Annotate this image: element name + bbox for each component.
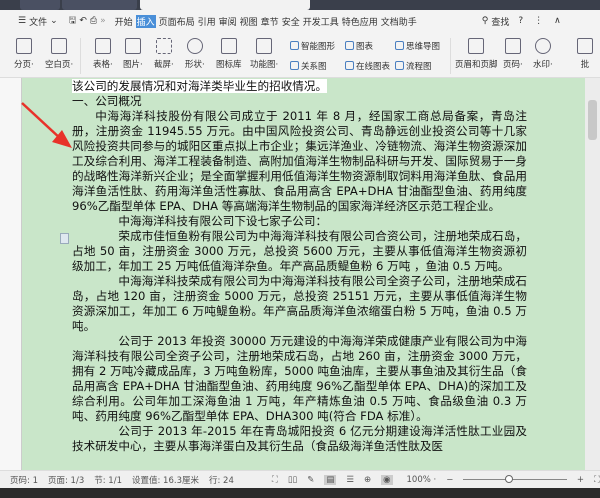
fullscreen-icon[interactable]: ⛶ — [272, 475, 278, 485]
zoom-in-button[interactable]: + — [577, 475, 584, 485]
zoom-slider-handle[interactable] — [505, 475, 514, 483]
status-section: 节: 1/1 — [94, 475, 122, 486]
flowchart-icon — [395, 61, 404, 70]
document-area: 该公司的发展情况和对海洋类毕业生的招收情况。 一、公司概况 中海海洋科技股份有限… — [22, 78, 585, 470]
annotation-icon — [577, 38, 593, 54]
outline-icon[interactable]: ☰ — [346, 475, 354, 485]
annotation-button[interactable]: 批 — [577, 38, 593, 70]
chart-button[interactable]: 图表 — [345, 40, 373, 52]
status-bar: 页码: 1 页面: 1/3 节: 1/1 设置值: 16.3厘米 行: 24 ⛶… — [0, 470, 600, 488]
menu-start[interactable]: 开始 — [115, 15, 133, 28]
zoom-out-button[interactable]: − — [446, 475, 453, 485]
barcode-icon — [256, 38, 273, 54]
table-button[interactable]: 表格· — [93, 38, 113, 70]
menu-reference[interactable]: 引用 — [198, 15, 216, 28]
menu-review[interactable]: 审阅 — [219, 15, 237, 28]
page-number-icon — [504, 38, 521, 54]
eye-protection-icon[interactable]: ◉ — [381, 474, 393, 485]
flowchart-button[interactable]: 流程图 — [395, 60, 432, 72]
menu-bar: ☰ 文件 ⌄ 🖫 ↶ ⎙ » 开始 插入 页面布局 引用 审阅 视图 章节 安全… — [0, 10, 600, 32]
zoom-level[interactable]: 100% · — [407, 475, 437, 485]
paragraph: 公司于 2013 年-2015 年在青岛城阳投资 6 亿元分期建设海洋活性肽工业… — [72, 424, 527, 453]
chevron-down-icon[interactable]: ⌄ — [50, 16, 58, 26]
page-view-icon[interactable]: ▤ — [324, 474, 337, 485]
divider — [450, 38, 451, 74]
page-number-button[interactable]: 页码· — [503, 38, 523, 70]
highlighted-text: 该公司的发展情况和对海洋类毕业生的招收情况。 — [72, 79, 328, 93]
menu-insert[interactable]: 插入 — [135, 14, 156, 28]
status-page: 页码: 1 — [10, 475, 38, 486]
status-pages: 页面: 1/3 — [47, 475, 85, 486]
left-panel — [0, 78, 22, 470]
hamburger-icon[interactable]: ☰ — [18, 16, 26, 26]
tab-doc-active[interactable] — [140, 0, 310, 10]
page-break-button[interactable]: 分页· — [14, 38, 34, 70]
smart-graphic-button[interactable]: 智能图形 — [290, 40, 335, 52]
scrollbar-thumb[interactable] — [588, 100, 597, 140]
picture-icon — [124, 38, 141, 54]
menu-security[interactable]: 安全 — [282, 15, 300, 28]
mindmap-button[interactable]: 思维导图 — [395, 40, 440, 52]
zoom-slider[interactable] — [463, 475, 567, 483]
online-chart-button[interactable]: 在线图表 — [345, 60, 390, 72]
more-options-icon[interactable]: ⋮ — [534, 16, 543, 26]
help-button[interactable]: ? — [518, 16, 523, 26]
icon-library-icon — [220, 38, 237, 54]
tab-wps[interactable] — [20, 0, 60, 10]
paragraph: 中海海洋科技荣成有限公司为中海海洋科技有限公司全资子公司，注册地荣成石岛，占地 … — [72, 274, 527, 333]
watermark-icon — [534, 38, 551, 54]
window-tab-bar — [0, 0, 600, 10]
mindmap-icon — [395, 41, 404, 50]
watermark-button[interactable]: 水印· — [533, 38, 553, 70]
relation-icon — [290, 61, 299, 70]
paragraph: 中海海洋科技有限公司下设七家子公司： — [118, 214, 328, 228]
undo-icon[interactable]: ↶ — [79, 16, 87, 26]
ribbon-insert: 分页· 空白页· 表格· 图片· 截屏· 形状· 图标库 功能图· 智能图形 图… — [0, 32, 600, 78]
menu-features[interactable]: 特色应用 — [342, 15, 378, 28]
chart-icon — [345, 41, 354, 50]
picture-button[interactable]: 图片· — [123, 38, 143, 70]
header-footer-icon — [468, 38, 485, 54]
read-mode-icon[interactable]: ▯▯ — [288, 475, 297, 485]
relation-chart-button[interactable]: 关系图 — [290, 60, 327, 72]
document-page: 该公司的发展情况和对海洋类毕业生的招收情况。 一、公司概况 中海海洋科技股份有限… — [72, 79, 527, 454]
paragraph: 荣成市佳恒鱼粉有限公司为中海海洋科技有限公司合资公司，注册地荣成石岛，占地 50… — [72, 229, 527, 273]
menu-devtools[interactable]: 开发工具 — [303, 15, 339, 28]
status-setting: 设置值: 16.3厘米 — [131, 475, 199, 486]
more-icon[interactable]: » — [100, 16, 106, 26]
divider — [80, 38, 81, 74]
paragraph: 公司于 2013 年投资 30000 万元建设的中海海洋荣成健康产业有限公司为中… — [72, 334, 527, 423]
heading: 一、公司概况 — [72, 94, 142, 108]
menu-file[interactable]: 文件 — [29, 15, 47, 28]
header-footer-button[interactable]: 页眉和页脚 — [455, 38, 498, 70]
search-button[interactable]: 查找 — [491, 15, 509, 28]
table-icon — [94, 38, 111, 54]
web-view-icon[interactable]: ⊕ — [364, 475, 371, 485]
print-icon[interactable]: ⎙ — [90, 16, 97, 26]
edit-icon[interactable]: ✎ — [307, 475, 314, 485]
search-icon[interactable]: ⚲ — [482, 16, 489, 26]
shape-icon — [186, 38, 203, 54]
menu-view[interactable]: 视图 — [240, 15, 258, 28]
save-icon[interactable]: 🖫 — [69, 13, 77, 29]
screenshot-icon — [155, 38, 172, 54]
page-layout-icon[interactable] — [60, 233, 69, 244]
collapse-ribbon-icon[interactable]: ∧ — [554, 16, 561, 26]
screenshot-button[interactable]: 截屏· — [154, 38, 174, 70]
smart-graphic-icon — [290, 41, 299, 50]
page-break-icon — [15, 38, 32, 54]
menu-layout[interactable]: 页面布局 — [159, 15, 195, 28]
fit-window-icon[interactable]: ⛶ — [594, 475, 600, 485]
icon-library-button[interactable]: 图标库 — [216, 38, 242, 70]
blank-page-button[interactable]: 空白页· — [45, 38, 73, 70]
shape-button[interactable]: 形状· — [185, 38, 205, 70]
function-chart-button[interactable]: 功能图· — [250, 38, 278, 70]
status-line: 行: 24 — [208, 475, 234, 486]
tab-doc-1[interactable] — [62, 0, 137, 10]
blank-page-icon — [51, 38, 68, 54]
online-chart-icon — [345, 61, 354, 70]
paragraph: 中海海洋科技股份有限公司成立于 2011 年 8 月，经国家工商总局备案，青岛注… — [72, 109, 527, 213]
menu-chapter[interactable]: 章节 — [261, 15, 279, 28]
menu-assistant[interactable]: 文档助手 — [381, 15, 417, 28]
